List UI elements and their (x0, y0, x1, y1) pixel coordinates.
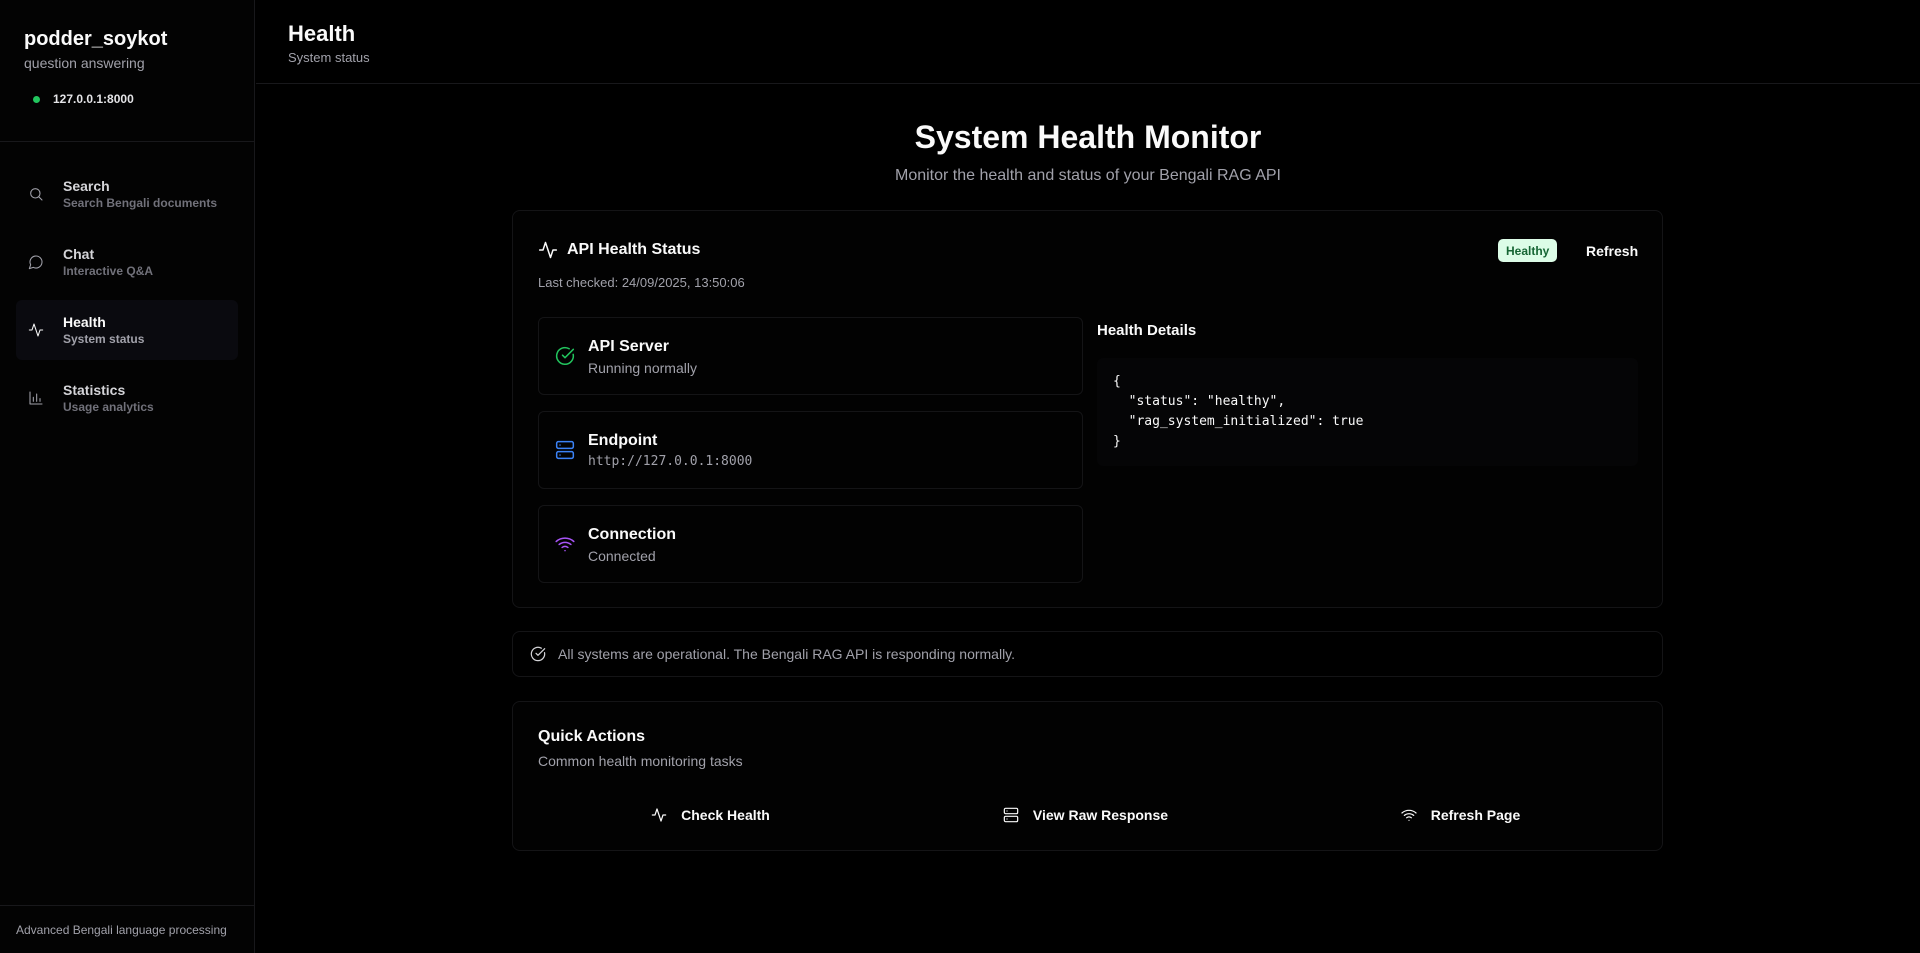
button-label: Check Health (681, 807, 770, 823)
hero: System Health Monitor Monitor the health… (256, 85, 1920, 185)
wifi-icon (1401, 809, 1417, 821)
server-icon (1003, 807, 1019, 823)
sidebar-item-description: Search Bengali documents (63, 196, 218, 210)
sidebar-footer: Advanced Bengali language processing (0, 905, 255, 953)
button-label: Refresh Page (1430, 807, 1521, 823)
brand-subtitle: question answering (24, 55, 145, 71)
hero-subtitle: Monitor the health and status of your Be… (895, 167, 1281, 184)
status-item-connection: Connection Connected (538, 505, 1083, 583)
server-address: 127.0.0.1:8000 (53, 92, 134, 106)
status-item-endpoint: Endpoint http://127.0.0.1:8000 (538, 411, 1083, 489)
check-circle-icon (555, 346, 575, 366)
sidebar-item-label: Chat (63, 246, 95, 262)
refresh-page-button[interactable]: Refresh Page (1283, 798, 1638, 832)
brand: podder_soykot question answering 127.0.0… (0, 0, 254, 142)
status-item-title: Endpoint (588, 432, 658, 449)
refresh-button[interactable]: Refresh (1576, 235, 1648, 266)
sidebar-item-statistics[interactable]: Statistics Usage analytics (16, 368, 238, 428)
activity-icon (651, 808, 667, 822)
sidebar-item-label: Search (63, 178, 110, 194)
card-header: API Health Status (538, 240, 700, 260)
status-item-title: Connection (588, 525, 676, 543)
sidebar-nav: Search Search Bengali documents Chat Int… (0, 142, 254, 428)
health-details-json: { "status": "healthy", "rag_system_initi… (1097, 358, 1638, 466)
page-subtitle: System status (288, 50, 370, 65)
health-details-title: Health Details (1097, 322, 1197, 339)
check-health-button[interactable]: Check Health (533, 798, 888, 832)
page-header: Health System status (256, 0, 1920, 84)
status-item-api-server: API Server Running normally (538, 317, 1083, 395)
sidebar-item-health[interactable]: Health System status (16, 300, 238, 360)
sidebar-item-label: Health (63, 314, 106, 330)
activity-icon (538, 241, 558, 259)
last-checked: Last checked: 24/09/2025, 13:50:06 (538, 275, 745, 290)
server-status: 127.0.0.1:8000 (24, 92, 230, 106)
search-icon (28, 186, 44, 202)
operational-alert: All systems are operational. The Bengali… (512, 631, 1663, 677)
alert-text: All systems are operational. The Bengali… (558, 646, 1016, 662)
card-title: API Health Status (567, 241, 701, 258)
status-dot-icon (33, 95, 40, 103)
hero-title: System Health Monitor (914, 119, 1262, 155)
bar-chart-icon (28, 390, 44, 406)
quick-actions-title: Quick Actions (538, 728, 645, 745)
status-item-title: API Server (588, 337, 669, 355)
page-title: Health (288, 21, 356, 46)
sidebar-item-description: Interactive Q&A (63, 264, 154, 278)
sidebar-item-description: System status (63, 332, 145, 346)
brand-title: podder_soykot (24, 28, 168, 50)
status-item-value: Running normally (588, 359, 697, 376)
button-label: View Raw Response (1032, 807, 1169, 823)
health-status-card: API Health Status Last checked: 24/09/20… (512, 210, 1663, 608)
main-content: System Health Monitor Monitor the health… (256, 85, 1920, 953)
check-circle-icon (530, 646, 546, 662)
sidebar-item-chat[interactable]: Chat Interactive Q&A (16, 232, 238, 292)
activity-icon (28, 322, 44, 338)
status-item-value: http://127.0.0.1:8000 (588, 454, 753, 469)
quick-actions-card: Quick Actions Common health monitoring t… (512, 701, 1663, 851)
server-icon (555, 440, 575, 460)
chat-icon (28, 254, 44, 270)
wifi-icon (555, 534, 575, 554)
status-badge: Healthy (1498, 239, 1558, 262)
view-raw-response-button[interactable]: View Raw Response (908, 798, 1263, 832)
sidebar-item-search[interactable]: Search Search Bengali documents (16, 164, 238, 224)
quick-actions-subtitle: Common health monitoring tasks (538, 753, 743, 769)
status-item-value: Connected (588, 547, 656, 564)
sidebar-item-description: Usage analytics (63, 400, 154, 414)
sidebar-item-label: Statistics (63, 382, 126, 398)
sidebar: podder_soykot question answering 127.0.0… (0, 0, 255, 953)
